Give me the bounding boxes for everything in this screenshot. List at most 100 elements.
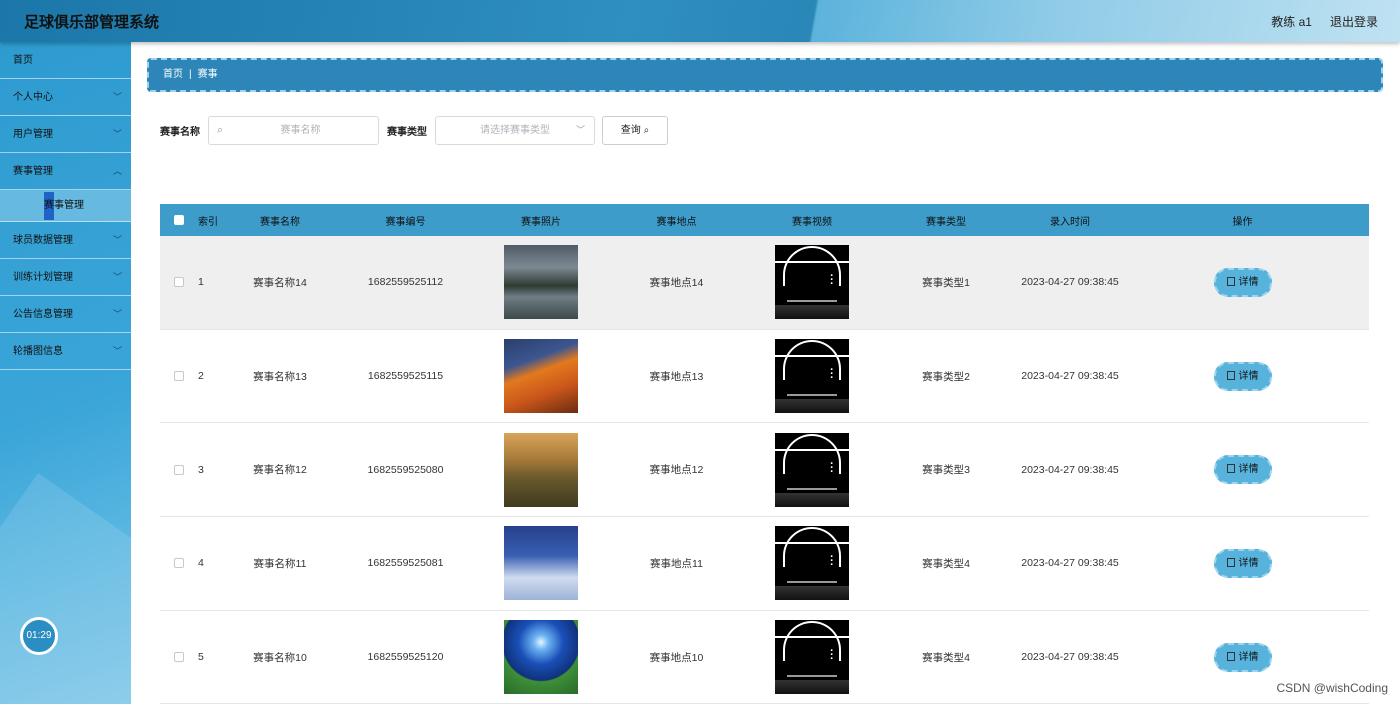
- sidebar-item-notices[interactable]: 公告信息管理 ﹀: [0, 296, 131, 333]
- col-header: 赛事视频: [792, 216, 832, 228]
- col-header: 赛事名称: [260, 216, 300, 228]
- match-type-placeholder: 请选择赛事类型: [480, 125, 550, 136]
- cell-type: 赛事类型4: [922, 557, 970, 570]
- sidebar-item-home[interactable]: 首页: [0, 42, 131, 79]
- cell-video: · · ·: [748, 245, 876, 320]
- user-name[interactable]: 教练 a1: [1271, 13, 1312, 30]
- video-progress-bar[interactable]: [787, 300, 837, 303]
- logout-link[interactable]: 退出登录: [1330, 13, 1378, 30]
- match-photo-thumbnail[interactable]: [504, 432, 578, 507]
- table-body: 1 赛事名称14 1682559525112 赛事地点14 · · · 赛事类型1 …: [160, 236, 1369, 704]
- match-photo-thumbnail[interactable]: [504, 339, 578, 414]
- row-checkbox[interactable]: [174, 371, 184, 382]
- row-checkbox[interactable]: [174, 464, 184, 475]
- table-row: 5 赛事名称10 1682559525120 赛事地点10 · · · 赛事类型4 …: [160, 611, 1369, 704]
- match-video-player[interactable]: · · ·: [775, 245, 849, 320]
- detail-button[interactable]: 详情: [1213, 455, 1272, 485]
- cell-location: 赛事地点11: [650, 557, 703, 570]
- table-row: 2 赛事名称13 1682559525115 赛事地点13 · · · 赛事类型2 …: [160, 330, 1369, 424]
- sidebar-item-label: 赛事管理: [13, 166, 53, 177]
- cell-match-name: 赛事名称13: [253, 370, 307, 383]
- chevron-down-icon: ﹀: [112, 235, 122, 245]
- search-icon: ⌕: [217, 124, 224, 136]
- cell-time: 2023-04-27 09:38:45: [1021, 276, 1119, 289]
- match-name-label: 赛事名称: [160, 127, 200, 138]
- select-all-checkbox[interactable]: [174, 215, 184, 225]
- row-select-cell: [160, 652, 198, 663]
- video-progress-bar[interactable]: [787, 394, 837, 397]
- sidebar-item-profile[interactable]: 个人中心 ﹀: [0, 79, 131, 116]
- more-options-icon[interactable]: · · ·: [830, 365, 834, 384]
- match-photo-thumbnail[interactable]: [504, 620, 578, 695]
- row-checkbox[interactable]: [174, 652, 184, 663]
- more-options-icon[interactable]: · · ·: [830, 458, 834, 477]
- header-user-area: 教练 a1 退出登录: [1271, 13, 1378, 30]
- sidebar-item-users[interactable]: 用户管理 ﹀: [0, 116, 131, 153]
- table-row: 1 赛事名称14 1682559525112 赛事地点14 · · · 赛事类型1 …: [160, 236, 1369, 330]
- cell-location: 赛事地点14: [649, 276, 704, 289]
- match-video-player[interactable]: · · ·: [775, 526, 849, 601]
- video-progress-bar[interactable]: [787, 487, 837, 490]
- row-select-cell: [160, 371, 198, 382]
- video-progress-bar[interactable]: [787, 675, 837, 678]
- match-name-input[interactable]: [209, 117, 378, 144]
- detail-button[interactable]: 详情: [1213, 267, 1272, 297]
- sidebar-item-carousel[interactable]: 轮播图信息 ﹀: [0, 333, 131, 370]
- match-type-label: 赛事类型: [387, 127, 427, 138]
- breadcrumb-separator: |: [189, 69, 192, 80]
- detail-button[interactable]: 详情: [1213, 548, 1272, 578]
- query-button[interactable]: 查询 ⌕: [602, 116, 668, 145]
- match-type-select[interactable]: 请选择赛事类型 ﹀: [435, 116, 595, 145]
- chevron-down-icon: ﹀: [575, 125, 585, 135]
- cell-match-name: 赛事名称10: [253, 651, 307, 664]
- match-photo-thumbnail[interactable]: [504, 526, 578, 601]
- more-options-icon[interactable]: · · ·: [830, 271, 834, 290]
- col-header: 赛事编号: [385, 216, 426, 228]
- sidebar-item-training[interactable]: 训练计划管理 ﹀: [0, 259, 131, 296]
- app-title: 足球俱乐部管理系统: [24, 14, 160, 31]
- detail-button[interactable]: 详情: [1213, 642, 1272, 672]
- match-video-player[interactable]: · · ·: [775, 432, 849, 507]
- more-options-icon[interactable]: · · ·: [830, 646, 834, 665]
- sidebar-item-label: 首页: [13, 55, 33, 66]
- sidebar-item-label: 个人中心: [13, 92, 53, 103]
- cell-video: · · ·: [748, 620, 876, 695]
- col-header: 赛事照片: [521, 216, 561, 228]
- row-checkbox[interactable]: [174, 558, 184, 569]
- video-progress-bar[interactable]: [787, 581, 837, 584]
- detail-button-label: 详情: [1238, 276, 1259, 288]
- match-video-player[interactable]: · · ·: [775, 339, 849, 414]
- breadcrumb-home[interactable]: 首页: [163, 69, 183, 80]
- table-row: 3 赛事名称12 1682559525080 赛事地点12 · · · 赛事类型3 …: [160, 423, 1369, 518]
- match-photo-thumbnail[interactable]: [504, 245, 578, 320]
- row-select-cell: [160, 558, 198, 569]
- col-header: 索引: [198, 216, 218, 228]
- sidebar: 首页 个人中心 ﹀ 用户管理 ﹀ 赛事管理 ︿ 赛事管理 球员数据管理 ﹀ 训练计划管理…: [0, 42, 131, 704]
- sidebar-subitem-match-management[interactable]: 赛事管理: [0, 190, 131, 222]
- row-checkbox[interactable]: [174, 277, 184, 288]
- chevron-down-icon: ﹀: [112, 92, 122, 102]
- cell-match-name: 赛事名称12: [253, 464, 307, 477]
- sidebar-item-player-data[interactable]: 球员数据管理 ﹀: [0, 222, 131, 259]
- row-select-cell: [160, 277, 198, 288]
- detail-button[interactable]: 详情: [1213, 361, 1272, 391]
- cell-location: 赛事地点13: [649, 370, 704, 383]
- video-controls-shade: [775, 492, 849, 507]
- chevron-down-icon: ﹀: [112, 346, 122, 356]
- cell-actions: 详情: [1124, 642, 1361, 672]
- cell-actions: 详情: [1124, 548, 1361, 578]
- col-header: 录入时间: [1050, 216, 1090, 228]
- cell-time: 2023-04-27 09:38:45: [1021, 651, 1119, 664]
- sidebar-item-label: 用户管理: [13, 129, 53, 140]
- sidebar-item-label: 球员数据管理: [13, 235, 73, 246]
- more-options-icon[interactable]: · · ·: [830, 552, 834, 571]
- cell-photo: [477, 620, 605, 695]
- chevron-down-icon: ﹀: [112, 129, 122, 139]
- cell-photo: [477, 245, 605, 320]
- cell-time: 2023-04-27 09:38:45: [1021, 463, 1119, 476]
- chevron-down-icon: ﹀: [112, 272, 122, 282]
- detail-button-label: 详情: [1238, 651, 1259, 663]
- video-frame-graphic: [775, 636, 849, 639]
- match-video-player[interactable]: · · ·: [775, 620, 849, 695]
- sidebar-item-matches[interactable]: 赛事管理 ︿: [0, 153, 131, 190]
